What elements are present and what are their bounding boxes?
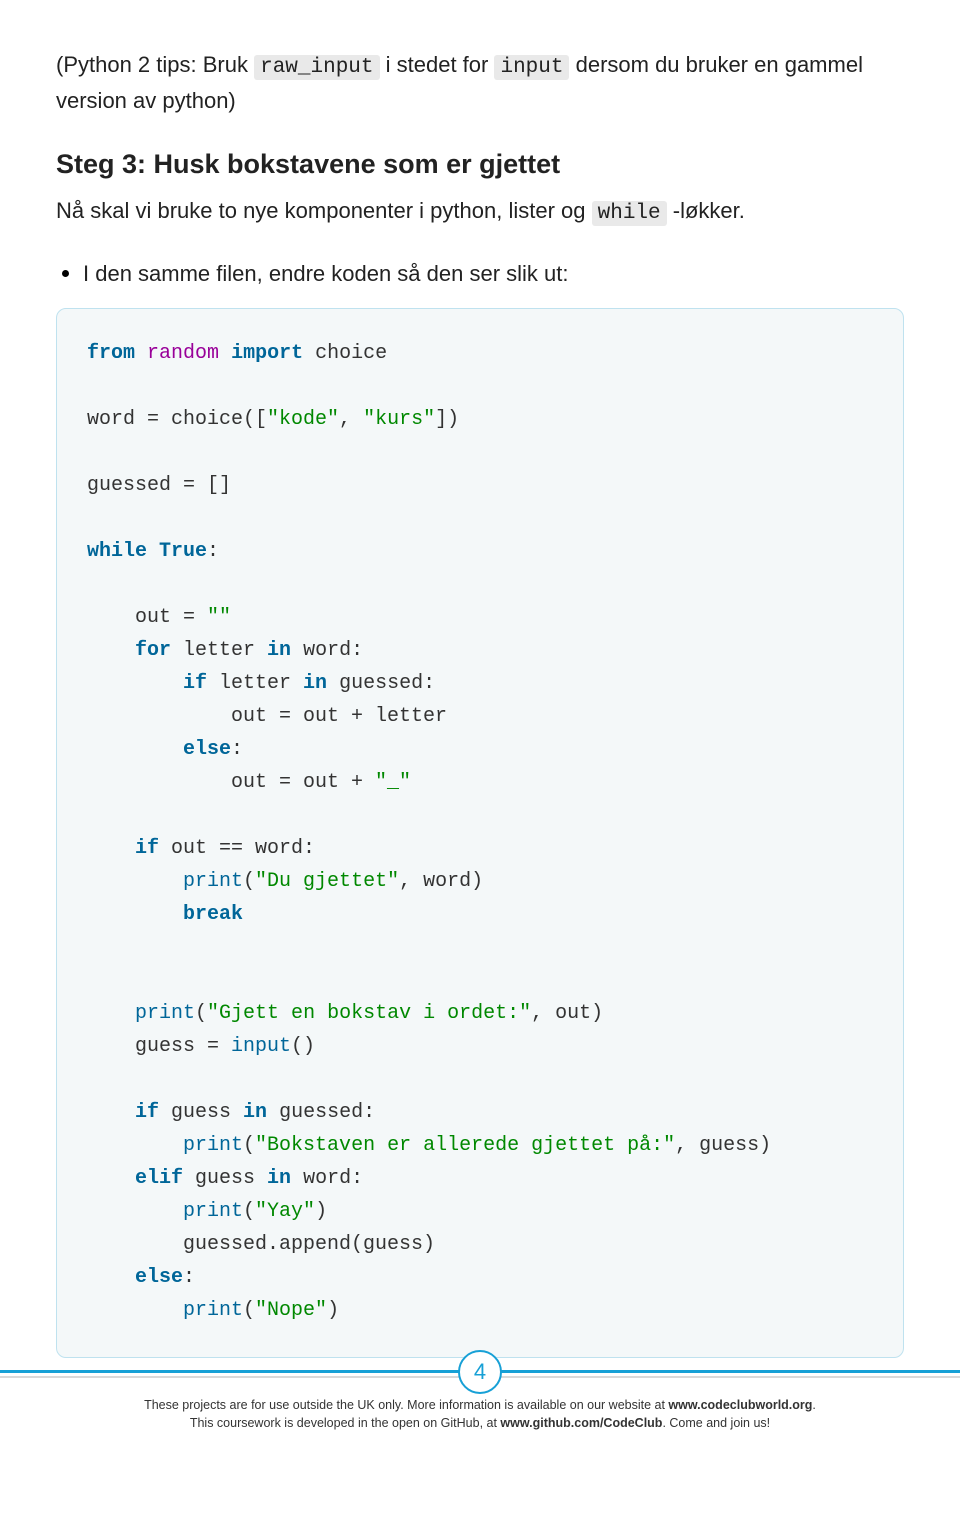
for-letter: letter: [171, 639, 267, 662]
footer-line1a: These projects are for use outside the U…: [144, 1398, 668, 1412]
kw-from: from: [87, 342, 135, 365]
step-heading: Steg 3: Husk bokstavene som er gjettet: [56, 149, 904, 180]
intro-para: Nå skal vi bruke to nye komponenter i py…: [56, 194, 904, 230]
rest2: , out): [531, 1002, 603, 1025]
fn-input: input: [231, 1035, 291, 1058]
fn-print-3: print: [183, 1134, 243, 1157]
colon: :: [207, 540, 219, 563]
bullet-dot-icon: [62, 270, 69, 277]
str-underscore: "_": [375, 771, 411, 794]
rest1: , word): [399, 870, 483, 893]
intro-pre: Nå skal vi bruke to nye komponenter i py…: [56, 198, 592, 223]
bullet-text: I den samme filen, endre koden så den se…: [83, 257, 568, 290]
intro-post: -løkker.: [667, 198, 745, 223]
line-word: word = choice([: [87, 408, 267, 431]
kw-if-2: if: [135, 837, 159, 860]
rest3: , guess): [675, 1134, 771, 1157]
page-number: 4: [458, 1350, 502, 1394]
str-nope: "Nope": [255, 1299, 327, 1322]
footer-url-2: www.github.com/CodeClub: [500, 1416, 662, 1430]
kw-import: import: [231, 342, 303, 365]
colon-3: :: [183, 1266, 195, 1289]
str-yay: "Yay": [255, 1200, 315, 1223]
str-gjett: "Gjett en bokstav i ordet:": [207, 1002, 531, 1025]
str-kode: "kode": [267, 408, 339, 431]
fn-print-4: print: [183, 1200, 243, 1223]
kw-elif: elif: [135, 1167, 183, 1190]
str-kurs: "kurs": [363, 408, 435, 431]
if-out-word: out == word:: [159, 837, 315, 860]
close5: ): [327, 1299, 339, 1322]
kw-if: if: [183, 672, 207, 695]
line-guess-pre: guess =: [87, 1035, 231, 1058]
kw-if-3: if: [135, 1101, 159, 1124]
line-guessed: guessed = []: [87, 474, 231, 497]
kw-while: while: [87, 540, 147, 563]
fn-print-2: print: [135, 1002, 195, 1025]
open3: (: [243, 1134, 255, 1157]
chip-while: while: [592, 201, 667, 226]
kw-else-2: else: [135, 1266, 183, 1289]
str-allerede: "Bokstaven er allerede gjettet på:": [255, 1134, 675, 1157]
code-block: from random import choice word = choice(…: [56, 308, 904, 1358]
elif-guess: guess: [183, 1167, 267, 1190]
line-append: guessed.append(guess): [87, 1233, 435, 1256]
str-du-gjettet: "Du gjettet": [255, 870, 399, 893]
line-guess-post: (): [291, 1035, 315, 1058]
line-out-empty: out =: [87, 606, 207, 629]
for-word: word:: [291, 639, 363, 662]
kw-break: break: [183, 903, 243, 926]
python2-tip: (Python 2 tips: Bruk raw_input i stedet …: [56, 48, 904, 117]
chip-input: input: [494, 55, 569, 80]
kw-else: else: [183, 738, 231, 761]
footer-line2a: This coursework is developed in the open…: [190, 1416, 501, 1430]
tip-text-pre: (Python 2 tips: Bruk: [56, 52, 254, 77]
kw-in: in: [267, 639, 291, 662]
open5: (: [243, 1299, 255, 1322]
fn-print-1: print: [183, 870, 243, 893]
elif-word: word:: [291, 1167, 363, 1190]
if-guessed: guessed:: [327, 672, 435, 695]
tip-text-mid: i stedet for: [380, 52, 495, 77]
if-guessed-2: guessed:: [267, 1101, 375, 1124]
page-footer: 4 These projects are for use outside the…: [0, 1370, 960, 1450]
open2: (: [195, 1002, 207, 1025]
comma: ,: [339, 408, 363, 431]
open1: (: [243, 870, 255, 893]
id-choice: choice: [315, 342, 387, 365]
kw-in-2: in: [303, 672, 327, 695]
footer-line1c: .: [812, 1398, 815, 1412]
line-out-letter: out = out + letter: [87, 705, 447, 728]
kw-for: for: [135, 639, 171, 662]
if-letter: letter: [207, 672, 303, 695]
mod-random: random: [147, 342, 219, 365]
footer-url-1: www.codeclubworld.org: [668, 1398, 812, 1412]
footer-line2c: . Come and join us!: [662, 1416, 770, 1430]
line-out-us-pre: out = out +: [87, 771, 375, 794]
kw-in-3: in: [243, 1101, 267, 1124]
fn-print-5: print: [183, 1299, 243, 1322]
kw-in-4: in: [267, 1167, 291, 1190]
colon-2: :: [231, 738, 243, 761]
bullet-item: I den samme filen, endre koden så den se…: [56, 257, 904, 290]
kw-true: True: [159, 540, 207, 563]
str-empty: "": [207, 606, 231, 629]
if-guess: guess: [159, 1101, 243, 1124]
close4: ): [315, 1200, 327, 1223]
chip-raw-input: raw_input: [254, 55, 379, 80]
open4: (: [243, 1200, 255, 1223]
end-br: ]): [435, 408, 459, 431]
